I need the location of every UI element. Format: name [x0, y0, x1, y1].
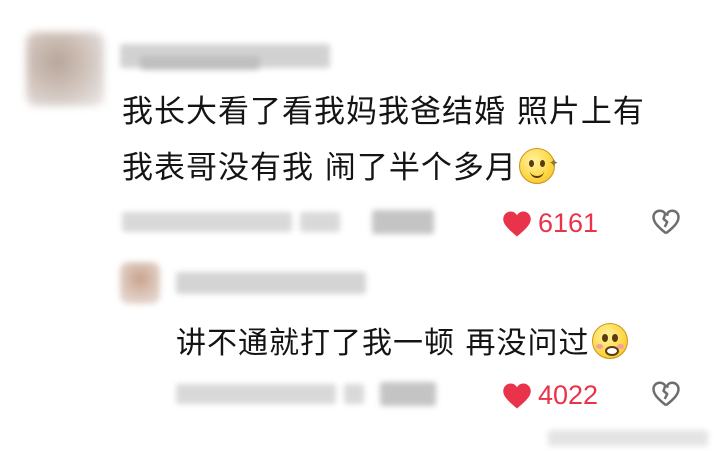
comment-text-line2: 我表哥没有我 闹了半个多月 ✦ — [122, 148, 560, 186]
avatar[interactable] — [26, 32, 104, 106]
broken-heart-icon[interactable] — [651, 380, 681, 408]
smiling-face-icon: ✦ — [518, 148, 559, 184]
like-count: 6161 — [538, 208, 599, 238]
reply-like-button[interactable]: 4022 — [502, 380, 598, 411]
like-button[interactable]: 6161 — [502, 208, 598, 239]
broken-heart-icon[interactable] — [651, 208, 681, 236]
reply-avatar[interactable] — [120, 262, 160, 304]
comment-text-line1: 我长大看了看我妈我爸结婚 照片上有 — [122, 94, 645, 130]
heart-icon — [503, 211, 531, 236]
reply-like-count: 4022 — [538, 380, 599, 410]
pleading-face-icon — [591, 323, 628, 359]
reply-text: 讲不通就打了我一顿 再没问过 — [176, 323, 628, 364]
heart-icon — [503, 383, 531, 408]
